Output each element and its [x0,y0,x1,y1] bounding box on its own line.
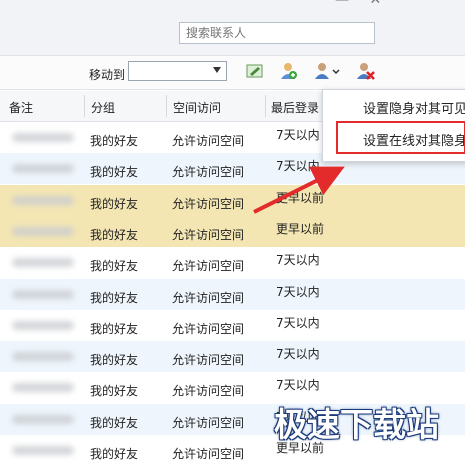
watermark-logo: 极速下载站 [274,405,439,444]
annotation-arrow [253,166,345,214]
